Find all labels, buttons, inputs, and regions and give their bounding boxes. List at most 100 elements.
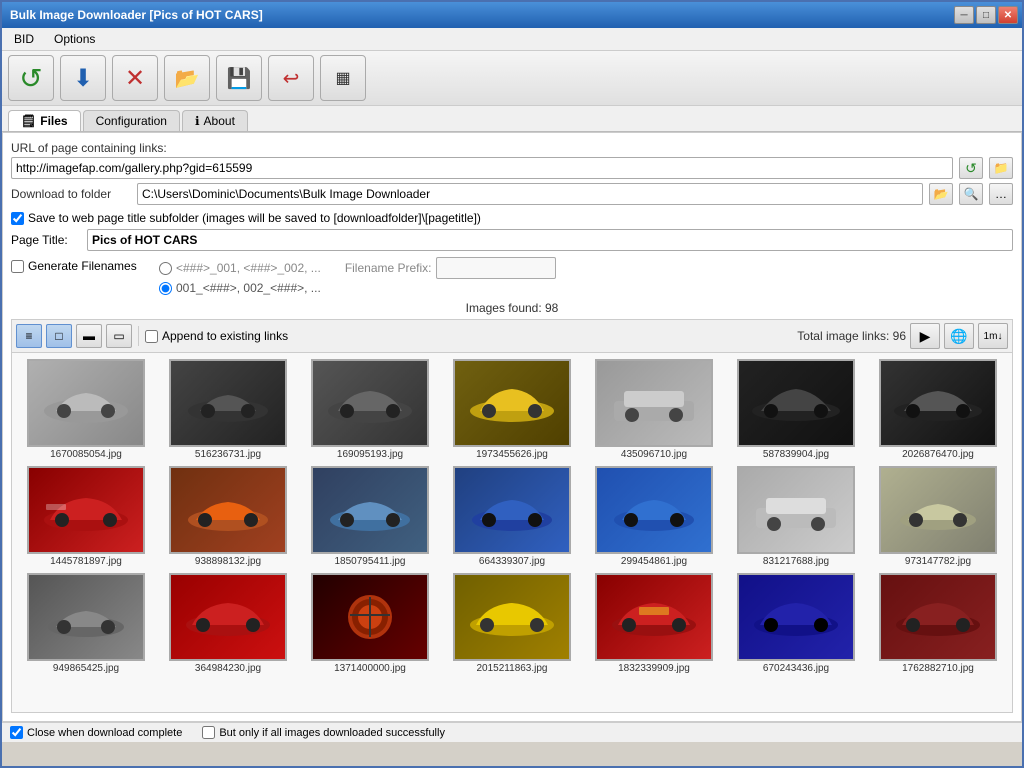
stop-button[interactable]: ✕ [112,55,158,101]
url-label: URL of page containing links: [11,141,1013,155]
image-count-button[interactable]: 1m↓ [978,323,1008,349]
list-item[interactable]: 938898132.jpg [158,464,298,569]
url-folder-button[interactable]: 📁 [989,157,1013,179]
radio-option2[interactable] [159,282,172,295]
list-item[interactable]: 949865425.jpg [16,571,156,676]
but-only-label: But only if all images downloaded succes… [219,727,445,739]
folder-more-button[interactable]: … [989,183,1013,205]
append-label: Append to existing links [162,329,288,343]
image-grid: 1670085054.jpg 516236731.jpg 169095193.j… [12,353,1012,680]
list-item[interactable]: 1670085054.jpg [16,357,156,462]
close-complete-row: Close when download complete [10,726,182,739]
image-filename: 831217688.jpg [763,556,829,567]
radio-option1[interactable] [159,262,172,275]
play-button[interactable]: ▶ [910,323,940,349]
radio-option1-label: <###>_001, <###>_002, ... [176,261,321,275]
page-title-input[interactable] [87,229,1013,251]
tab-files[interactable]: 🗒 Files [8,110,81,131]
view-large-button[interactable]: □ [46,324,72,348]
tab-configuration[interactable]: Configuration [83,110,180,131]
menu-bid[interactable]: BID [6,30,42,48]
list-item[interactable]: 299454861.jpg [584,464,724,569]
tab-about[interactable]: ℹ About [182,110,248,131]
generate-filenames-checkbox[interactable] [11,260,24,273]
list-item[interactable]: 664339307.jpg [442,464,582,569]
main-window: Bulk Image Downloader [Pics of HOT CARS]… [0,0,1024,768]
filename-prefix-label: Filename Prefix: [345,261,432,275]
page-title-label: Page Title: [11,233,81,247]
view-medium-button[interactable]: ▬ [76,324,102,348]
append-checkbox-row: Append to existing links [145,329,288,343]
image-filename: 973147782.jpg [905,556,971,567]
list-item[interactable]: 1371400000.jpg [300,571,440,676]
files-icon: 🗒 [21,114,36,128]
images-found-bar: Images found: 98 [11,301,1013,315]
list-item[interactable]: 973147782.jpg [868,464,1008,569]
menu-bar: BID Options [2,28,1022,51]
list-item[interactable]: 831217688.jpg [726,464,866,569]
list-item[interactable]: 670243436.jpg [726,571,866,676]
image-filename: 2015211863.jpg [477,663,548,674]
total-links: Total image links: 96 [797,329,906,343]
image-filename: 516236731.jpg [195,449,261,460]
url-input[interactable] [11,157,953,179]
image-filename: 169095193.jpg [337,449,403,460]
image-filename: 664339307.jpg [479,556,545,567]
image-filename: 364984230.jpg [195,663,261,674]
status-bar: Close when download complete But only if… [2,722,1022,742]
list-item[interactable]: 2015211863.jpg [442,571,582,676]
open-folder-btn2[interactable]: 🔍 [959,183,983,205]
select-all-button[interactable]: ≡ [16,324,42,348]
list-item[interactable]: 2026876470.jpg [868,357,1008,462]
image-filename: 1371400000.jpg [334,663,406,674]
close-button[interactable]: ✕ [998,6,1018,24]
globe-button[interactable]: 🌐 [944,323,974,349]
image-filename: 1832339909.jpg [618,663,690,674]
view-small-button[interactable]: ▭ [106,324,132,348]
maximize-button[interactable]: □ [976,6,996,24]
list-item[interactable]: 435096710.jpg [584,357,724,462]
info-icon: ℹ [195,114,200,128]
minimize-button[interactable]: ─ [954,6,974,24]
list-item[interactable]: 1850795411.jpg [300,464,440,569]
open-folder-button[interactable]: 📂 [164,55,210,101]
list-item[interactable]: 1973455626.jpg [442,357,582,462]
undo-button[interactable]: ↩ [268,55,314,101]
list-item[interactable]: 1832339909.jpg [584,571,724,676]
generate-filenames-label: Generate Filenames [28,259,137,273]
save-button[interactable]: 💾 [216,55,262,101]
browse-folder-button[interactable]: 📂 [929,183,953,205]
download-label: Download to folder [11,187,131,201]
title-bar-controls: ─ □ ✕ [954,6,1018,24]
download-folder-input[interactable] [137,183,923,205]
close-complete-label: Close when download complete [27,727,182,739]
save-subfolder-label: Save to web page title subfolder (images… [28,211,481,225]
but-only-checkbox[interactable] [202,726,215,739]
list-item[interactable]: 169095193.jpg [300,357,440,462]
image-filename: 299454861.jpg [621,556,687,567]
list-item[interactable]: 364984230.jpg [158,571,298,676]
image-filename: 1445781897.jpg [50,556,122,567]
list-item[interactable]: 587839904.jpg [726,357,866,462]
list-item[interactable]: 1762882710.jpg [868,571,1008,676]
download-button[interactable]: ⬇ [60,55,106,101]
tabs-container: 🗒 Files Configuration ℹ About [2,106,1022,132]
url-refresh-button[interactable]: ↺ [959,157,983,179]
close-complete-checkbox[interactable] [10,726,23,739]
image-filename: 1850795411.jpg [335,556,406,567]
image-filename: 587839904.jpg [763,449,829,460]
append-checkbox[interactable] [145,330,158,343]
go-button[interactable]: ↺ [8,55,54,101]
list-item[interactable]: 1445781897.jpg [16,464,156,569]
toolbar-separator [138,326,139,346]
image-grid-container[interactable]: 1670085054.jpg 516236731.jpg 169095193.j… [11,353,1013,713]
grid-button[interactable]: ▦ [320,55,366,101]
save-subfolder-checkbox[interactable] [11,212,24,225]
filename-prefix-input[interactable] [436,257,556,279]
main-content: URL of page containing links: ↺ 📁 Downlo… [2,132,1022,722]
list-item[interactable]: 516236731.jpg [158,357,298,462]
image-filename: 949865425.jpg [53,663,119,674]
image-list-toolbar: ≡ □ ▬ ▭ Append to existing links Total i… [11,319,1013,353]
image-filename: 435096710.jpg [621,449,687,460]
menu-options[interactable]: Options [46,30,103,48]
